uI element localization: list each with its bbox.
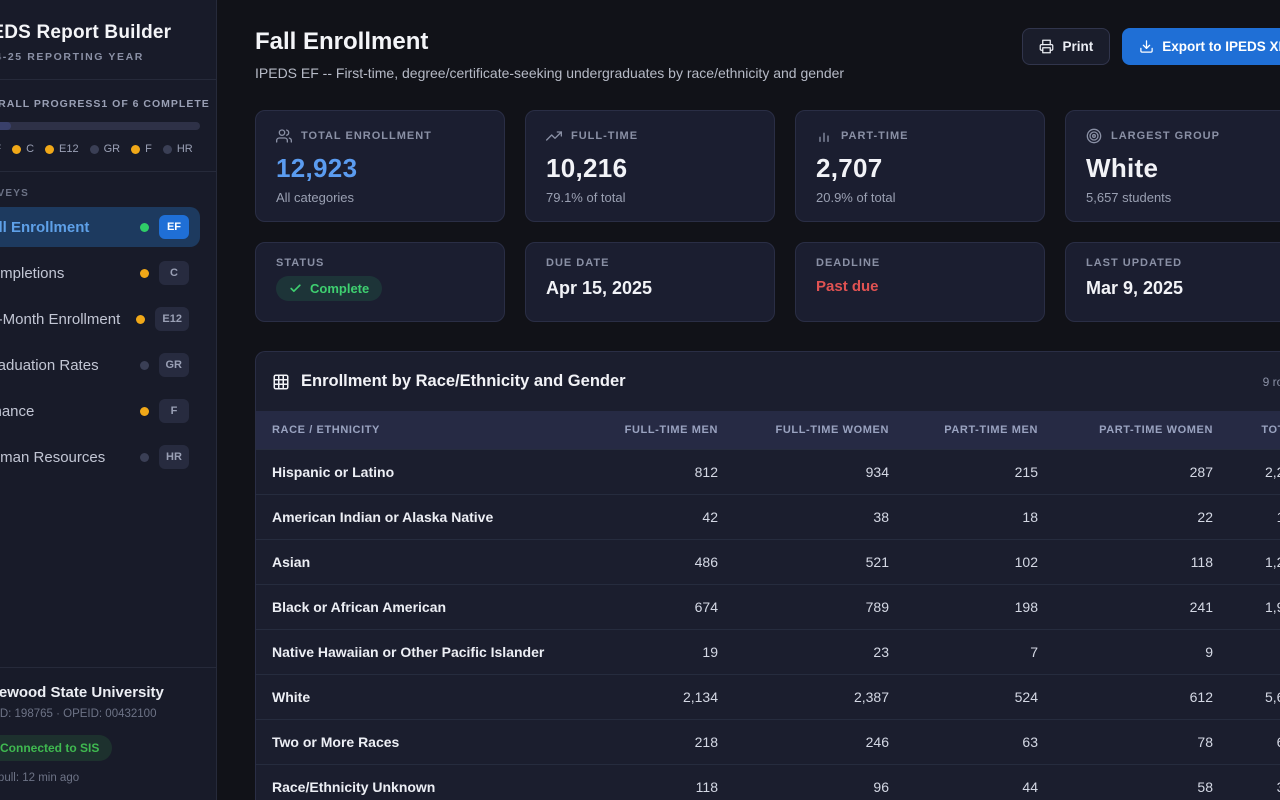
page-header: Fall Enrollment IPEDS EF -- First-time, …	[255, 28, 1280, 81]
table-row: Asian4865211021181,227	[256, 539, 1280, 584]
last-pull-label: Last pull: 12 min ago	[0, 772, 200, 784]
table-row: Hispanic or Latino8129342152872,248	[256, 449, 1280, 494]
info-card-status: STATUS Complete	[255, 242, 505, 322]
progress-bar-fill	[0, 122, 11, 130]
stat-card-total-enrollment: TOTAL ENROLLMENT 12,923 All categories	[255, 110, 505, 222]
status-dot-icon	[90, 145, 99, 154]
full-time-value: 10,216	[546, 153, 754, 184]
legend-item-hr: HR	[163, 143, 193, 155]
legend-item-f: F	[131, 143, 152, 155]
surveys-section-label: SURVEYS	[0, 188, 200, 199]
overall-progress-section: OVERALL PROGRESS 1 OF 6 COMPLETE EF C E1…	[0, 80, 216, 172]
stat-card-full-time: FULL-TIME 10,216 79.1% of total	[525, 110, 775, 222]
institution-ids: Unit ID: 198765 · OPEID: 00432100	[0, 708, 200, 720]
table-icon	[272, 373, 290, 391]
status-badge: Complete	[276, 276, 382, 301]
table-row: Native Hawaiian or Other Pacific Islande…	[256, 629, 1280, 674]
users-icon	[276, 128, 292, 144]
printer-icon	[1039, 39, 1054, 54]
table-title: Enrollment by Race/Ethnicity and Gender	[301, 372, 626, 391]
info-card-due-date: DUE DATE Apr 15, 2025	[525, 242, 775, 322]
legend-item-gr: GR	[90, 143, 121, 155]
institution-name: Lakewood State University	[0, 684, 200, 701]
sidebar: IPEDS Report Builder 2024-25 REPORTING Y…	[0, 0, 217, 800]
target-icon	[1086, 128, 1102, 144]
status-dot-icon	[12, 145, 21, 154]
trend-up-icon	[546, 128, 562, 144]
stat-cards: TOTAL ENROLLMENT 12,923 All categories F…	[255, 110, 1280, 222]
total-enrollment-value: 12,923	[276, 153, 484, 184]
legend-item-c: C	[12, 143, 34, 155]
largest-group-value: White	[1086, 153, 1280, 184]
table-header-row: RACE / ETHNICITY FULL-TIME MEN FULL-TIME…	[256, 411, 1280, 449]
table-row: Two or More Races2182466378605	[256, 719, 1280, 764]
stat-card-largest-group: LARGEST GROUP White 5,657 students	[1065, 110, 1280, 222]
survey-code-badge: C	[159, 261, 189, 285]
progress-bar	[0, 122, 200, 130]
table-row: Race/Ethnicity Unknown118964458316	[256, 764, 1280, 800]
app-root: IPEDS Report Builder 2024-25 REPORTING Y…	[0, 0, 1280, 800]
page-title: Fall Enrollment	[255, 28, 844, 56]
status-dot-icon	[45, 145, 54, 154]
last-updated-value: Mar 9, 2025	[1086, 278, 1280, 299]
status-dot-icon	[131, 145, 140, 154]
sidebar-item-fall-enrollment[interactable]: Fall Enrollment EF	[0, 207, 200, 247]
info-card-last-updated: LAST UPDATED Mar 9, 2025	[1065, 242, 1280, 322]
survey-code-badge: E12	[155, 307, 189, 331]
bar-chart-icon	[816, 128, 832, 144]
sidebar-item-completions[interactable]: Completions C	[0, 253, 200, 293]
check-icon	[289, 282, 302, 295]
page-subtitle: IPEDS EF -- First-time, degree/certifica…	[255, 65, 844, 81]
table-row: Black or African American6747891982411,9…	[256, 584, 1280, 629]
info-card-deadline: DEADLINE Past due	[795, 242, 1045, 322]
stat-card-part-time: PART-TIME 2,707 20.9% of total	[795, 110, 1045, 222]
status-dot-icon	[140, 407, 149, 416]
sidebar-item-12-month-enrollment[interactable]: 12-Month Enrollment E12	[0, 299, 200, 339]
status-dot-icon	[140, 269, 149, 278]
status-dot-icon	[140, 223, 149, 232]
export-button[interactable]: Export to IPEDS XML	[1122, 28, 1280, 65]
print-button[interactable]: Print	[1022, 28, 1110, 65]
enrollment-table-card: Enrollment by Race/Ethnicity and Gender …	[255, 351, 1280, 800]
sidebar-item-finance[interactable]: Finance F	[0, 391, 200, 431]
sidebar-header: IPEDS Report Builder 2024-25 REPORTING Y…	[0, 0, 216, 80]
header-actions: Print Export to IPEDS XML	[1022, 28, 1280, 65]
main-content: Fall Enrollment IPEDS EF -- First-time, …	[217, 0, 1280, 800]
row-count-label: 9 rows	[1263, 375, 1280, 389]
sidebar-item-human-resources[interactable]: Human Resources HR	[0, 437, 200, 477]
status-dot-icon	[136, 315, 145, 324]
legend-item-ef: EF	[0, 143, 1, 155]
progress-status: 1 OF 6 COMPLETE	[101, 98, 209, 110]
app-title: IPEDS Report Builder	[0, 22, 200, 44]
reporting-year-label: 2024-25 REPORTING YEAR	[0, 51, 200, 63]
sidebar-footer: Lakewood State University Unit ID: 19876…	[0, 667, 216, 800]
due-date-value: Apr 15, 2025	[546, 278, 754, 299]
download-icon	[1139, 39, 1154, 54]
legend-item-e12: E12	[45, 143, 79, 155]
sidebar-item-graduation-rates[interactable]: Graduation Rates GR	[0, 345, 200, 385]
enrollment-table: RACE / ETHNICITY FULL-TIME MEN FULL-TIME…	[256, 411, 1280, 800]
survey-code-badge: GR	[159, 353, 190, 377]
status-dot-icon	[163, 145, 172, 154]
survey-legend: EF C E12 GR F HR	[0, 143, 200, 155]
survey-nav: Fall Enrollment EF Completions C 12-Mont…	[0, 207, 216, 477]
deadline-value: Past due	[816, 278, 1024, 295]
survey-code-badge: F	[159, 399, 189, 423]
table-row: American Indian or Alaska Native42381822…	[256, 494, 1280, 539]
sis-status-badge: Connected to SIS	[0, 735, 112, 761]
progress-label: OVERALL PROGRESS	[0, 98, 101, 110]
info-cards: STATUS Complete DUE DATE Apr 15, 2025 DE…	[255, 242, 1280, 322]
survey-code-badge: HR	[159, 445, 189, 469]
status-dot-icon	[140, 453, 149, 462]
part-time-value: 2,707	[816, 153, 1024, 184]
survey-code-badge: EF	[159, 215, 189, 239]
app-viewport: IPEDS Report Builder 2024-25 REPORTING Y…	[0, 0, 1280, 800]
status-dot-icon	[140, 361, 149, 370]
table-row: White2,1342,3875246125,657	[256, 674, 1280, 719]
